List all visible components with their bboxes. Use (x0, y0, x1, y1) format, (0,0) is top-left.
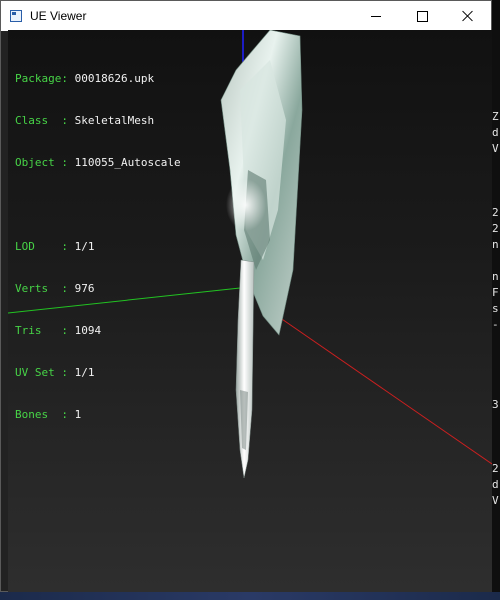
info-value: 1 (74, 408, 82, 421)
info-value: 1094 (74, 324, 102, 337)
info-label: Class : (15, 114, 68, 127)
axis-x-line (275, 314, 492, 465)
background-text-fragment: F (492, 286, 499, 299)
window-title: UE Viewer (30, 9, 87, 23)
info-label: Object : (15, 156, 68, 169)
window-controls (353, 1, 491, 31)
info-package-row: Package: 00018626.upk (15, 72, 181, 86)
info-object-row: Object : 110055_Autoscale (15, 156, 181, 170)
info-value: 976 (74, 282, 95, 295)
info-lod-row: LOD : 1/1 (15, 240, 181, 254)
background-text-fragment: 2 (492, 222, 499, 235)
close-icon (462, 10, 474, 22)
background-text-fragment: Z (492, 110, 499, 123)
info-value: 110055_Autoscale (74, 156, 181, 169)
info-bones-row: Bones : 1 (15, 408, 181, 422)
info-label: Verts : (15, 282, 68, 295)
background-text-fragment: n (492, 270, 499, 283)
minimize-icon (371, 15, 381, 17)
info-label: Package: (15, 72, 68, 85)
mesh-info-overlay: Package: 00018626.upk Class : SkeletalMe… (15, 44, 181, 450)
background-text-fragment: V (492, 494, 499, 507)
info-tris-row: Tris : 1094 (15, 324, 181, 338)
background-text-fragment: 2 (492, 206, 499, 219)
info-label: Bones : (15, 408, 68, 421)
minimize-button[interactable] (353, 1, 399, 31)
info-value: 00018626.upk (74, 72, 155, 85)
info-label: LOD : (15, 240, 68, 253)
app-window-icon[interactable] (10, 10, 22, 22)
title-bar[interactable]: UE Viewer (1, 1, 491, 31)
background-text-fragment: 3 (492, 398, 499, 411)
info-value: SkeletalMesh (74, 114, 155, 127)
info-label: UV Set : (15, 366, 68, 379)
maximize-button[interactable] (399, 1, 445, 31)
background-text-fragment: d (492, 478, 499, 491)
maximize-icon (416, 10, 428, 22)
mesh-glow (226, 179, 266, 231)
info-uvset-row: UV Set : 1/1 (15, 366, 181, 380)
background-text-fragment: 2 (492, 462, 499, 475)
info-label: Tris : (15, 324, 68, 337)
info-verts-row: Verts : 976 (15, 282, 181, 296)
taskbar-strip (0, 592, 500, 600)
background-text-fragment: n (492, 238, 499, 251)
close-button[interactable] (445, 1, 491, 31)
background-console-right: ZdV22nnFs-32dV (492, 30, 500, 600)
info-class-row: Class : SkeletalMesh (15, 114, 181, 128)
background-text-fragment: - (492, 318, 499, 331)
3d-viewport[interactable]: Package: 00018626.upk Class : SkeletalMe… (8, 30, 492, 592)
background-text-fragment: V (492, 142, 499, 155)
background-text-fragment: s (492, 302, 499, 315)
background-text-fragment: d (492, 126, 499, 139)
info-value: 1/1 (74, 240, 95, 253)
info-value: 1/1 (74, 366, 95, 379)
